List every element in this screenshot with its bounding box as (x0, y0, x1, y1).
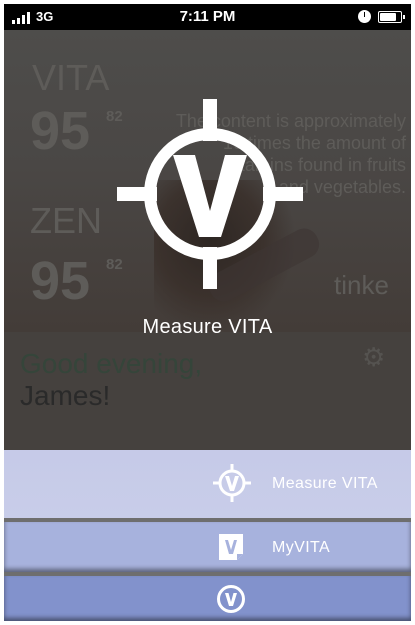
overlay-title: Measure VITA (142, 316, 273, 338)
alarm-clock-icon (358, 10, 371, 23)
brand-watermark: tinke (334, 270, 389, 300)
crosshair-v-icon (213, 464, 251, 502)
status-time: 7:11 PM (179, 8, 236, 25)
circle-v-icon (217, 585, 245, 613)
zen-label: ZEN (30, 200, 102, 241)
phone-screen: 3G 7:11 PM VITA 95 82 The content is app… (4, 4, 411, 621)
vita-crosshair-logo (117, 99, 303, 289)
status-bar: 3G 7:11 PM (4, 4, 411, 30)
document-v-icon (219, 534, 243, 560)
vita-score: 95 (30, 101, 91, 161)
greeting-text: Good evening, (20, 348, 203, 379)
zen-score: 95 (30, 251, 91, 311)
gear-icon: ⚙ (362, 342, 386, 372)
action-menu: Measure VITA MyVITA (4, 450, 411, 621)
battery-icon (378, 11, 405, 23)
menu-item-label: Measure VITA (272, 475, 378, 492)
menu-item-measure-vita[interactable]: Measure VITA (4, 450, 411, 518)
menu-item-home[interactable] (4, 576, 411, 621)
menu-item-label: MyVITA (272, 539, 331, 556)
vita-label: VITA (32, 57, 110, 98)
user-name: James! (20, 380, 111, 411)
dimmed-home-background: VITA 95 82 The content is approximately … (4, 30, 411, 450)
menu-item-myvita[interactable]: MyVITA (4, 522, 411, 572)
